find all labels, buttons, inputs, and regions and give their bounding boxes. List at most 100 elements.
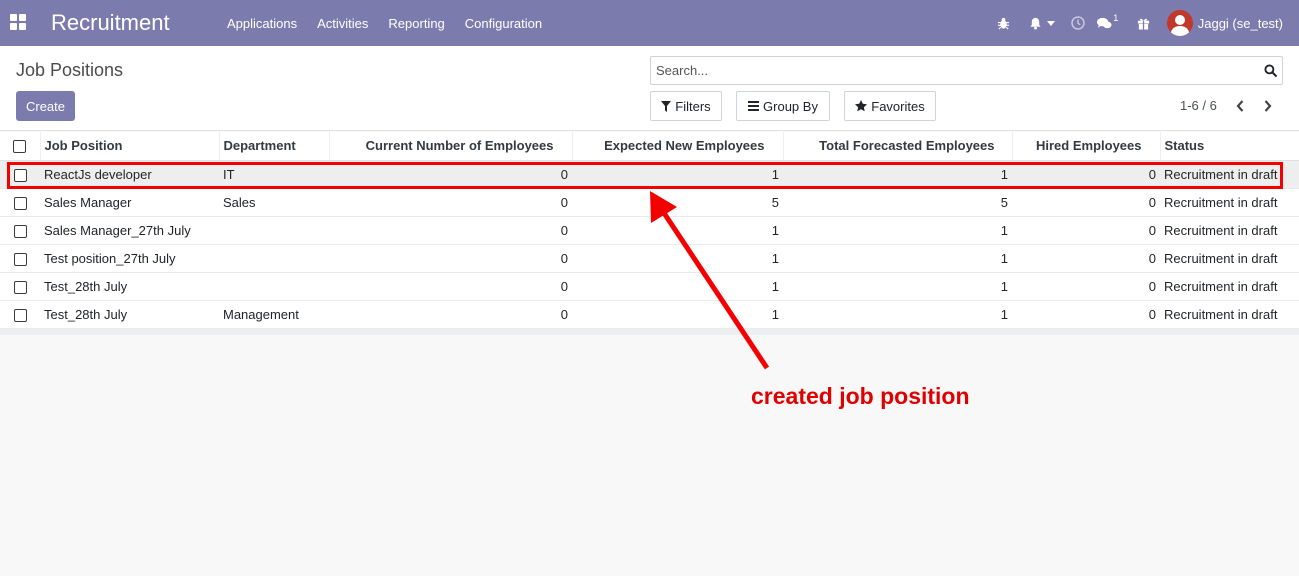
header-total-forecasted-employees[interactable]: Total Forecasted Employees: [783, 132, 1013, 161]
row-checkbox[interactable]: [13, 224, 27, 238]
header-status[interactable]: Status: [1160, 132, 1299, 161]
favorites-button[interactable]: Favorites: [844, 91, 936, 121]
cell-job-position: Test_28th July: [40, 272, 219, 301]
table-row[interactable]: ReactJs developer IT 0 1 1 0 Recruitment…: [0, 160, 1299, 189]
cell-current-employees: 0: [329, 216, 572, 245]
filters-label: Filters: [675, 98, 711, 114]
cell-current-employees: 0: [329, 272, 572, 301]
pager-previous-button[interactable]: [1231, 96, 1249, 116]
cell-job-position: ReactJs developer: [40, 160, 219, 189]
row-checkbox[interactable]: [13, 168, 27, 182]
cell-hired-employees: 0: [1012, 216, 1160, 245]
clock-icon[interactable]: [1067, 16, 1089, 30]
table-row[interactable]: Sales Manager_27th July 0 1 1 0 Recruitm…: [0, 216, 1299, 245]
app-brand[interactable]: Recruitment: [51, 10, 170, 36]
row-checkbox[interactable]: [13, 308, 27, 322]
header-hired-employees[interactable]: Hired Employees: [1012, 132, 1161, 161]
cell-expected-new-employees: 1: [572, 216, 783, 245]
cell-total-forecasted-employees: 1: [783, 216, 1012, 245]
row-select-cell: [0, 272, 40, 301]
search-box: [650, 56, 1283, 85]
menu-item-activities[interactable]: Activities: [307, 16, 378, 31]
search-input[interactable]: [651, 57, 1258, 84]
cell-department: [219, 244, 329, 273]
chat-count-badge: 1: [1113, 13, 1119, 23]
cell-total-forecasted-employees: 1: [783, 160, 1012, 189]
row-select-cell: [0, 188, 40, 217]
table-row[interactable]: Test_28th July 0 1 1 0 Recruitment in dr…: [0, 272, 1299, 301]
header-department[interactable]: Department: [219, 132, 330, 161]
cell-status: Recruitment in draft: [1160, 300, 1299, 329]
systray: 1 Jaggi (se_test): [993, 0, 1299, 46]
avatar: [1166, 10, 1193, 36]
pager-value[interactable]: 1-6 / 6: [1180, 98, 1217, 113]
user-menu[interactable]: Jaggi (se_test): [1166, 10, 1283, 36]
cell-department: [219, 272, 329, 301]
cell-department: [219, 216, 329, 245]
row-checkbox[interactable]: [13, 252, 27, 266]
cell-department: Management: [219, 300, 329, 329]
row-select-cell: [0, 244, 40, 273]
cell-job-position: Sales Manager_27th July: [40, 216, 219, 245]
create-button[interactable]: Create: [16, 91, 75, 121]
cell-status: Recruitment in draft: [1160, 272, 1299, 301]
menu-item-configuration[interactable]: Configuration: [455, 16, 552, 31]
search-icon[interactable]: [1258, 57, 1282, 84]
cell-expected-new-employees: 1: [572, 244, 783, 273]
pager-next-button[interactable]: [1259, 96, 1277, 116]
header-current-employees[interactable]: Current Number of Employees: [329, 132, 573, 161]
filters-button[interactable]: Filters: [650, 91, 722, 121]
menu-item-reporting[interactable]: Reporting: [378, 16, 454, 31]
cell-status: Recruitment in draft: [1160, 216, 1299, 245]
cell-total-forecasted-employees: 1: [783, 272, 1012, 301]
filter-icon: [661, 100, 672, 112]
table-row[interactable]: Sales Manager Sales 0 5 5 0 Recruitment …: [0, 188, 1299, 217]
cell-department: IT: [219, 160, 329, 189]
cell-job-position: Test_28th July: [40, 300, 219, 329]
cell-expected-new-employees: 5: [572, 188, 783, 217]
group-by-button[interactable]: Group By: [736, 91, 830, 121]
job-positions-list: Job Position Department Current Number o…: [0, 132, 1299, 335]
cell-hired-employees: 0: [1012, 300, 1160, 329]
bug-icon[interactable]: [993, 17, 1015, 30]
apps-menu-icon[interactable]: [10, 14, 26, 30]
bell-icon[interactable]: [1025, 17, 1059, 30]
group-by-label: Group By: [763, 98, 818, 114]
cell-hired-employees: 0: [1012, 188, 1160, 217]
header-job-position[interactable]: Job Position: [40, 132, 220, 161]
row-select-cell: [0, 216, 40, 245]
user-name: Jaggi (se_test): [1197, 15, 1283, 31]
header-expected-new-employees[interactable]: Expected New Employees: [572, 132, 784, 161]
cell-current-employees: 0: [329, 300, 572, 329]
select-all-checkbox[interactable]: [13, 140, 27, 154]
main-menu: Applications Activities Reporting Config…: [217, 0, 552, 46]
page-title: Job Positions: [16, 60, 124, 80]
cell-hired-employees: 0: [1012, 244, 1160, 273]
cell-expected-new-employees: 1: [572, 272, 783, 301]
cell-expected-new-employees: 1: [572, 160, 783, 189]
row-select-cell: [0, 300, 40, 329]
chevron-right-icon: [1264, 100, 1272, 112]
row-checkbox[interactable]: [13, 280, 27, 294]
top-navbar: Recruitment Applications Activities Repo…: [0, 0, 1299, 46]
table-header-row: Job Position Department Current Number o…: [0, 132, 1299, 161]
gift-icon[interactable]: [1133, 17, 1155, 30]
cell-status: Recruitment in draft: [1160, 188, 1299, 217]
favorites-label: Favorites: [871, 98, 925, 114]
cell-expected-new-employees: 1: [572, 300, 783, 329]
row-select-cell: [0, 160, 40, 189]
cell-hired-employees: 0: [1012, 272, 1160, 301]
star-icon: [855, 100, 868, 112]
table-row[interactable]: Test position_27th July 0 1 1 0 Recruitm…: [0, 244, 1299, 273]
cell-department: Sales: [219, 188, 329, 217]
cell-total-forecasted-employees: 5: [783, 188, 1012, 217]
menu-item-applications[interactable]: Applications: [217, 16, 307, 31]
table-row[interactable]: Test_28th July Management 0 1 1 0 Recrui…: [0, 300, 1299, 329]
cell-hired-employees: 0: [1012, 160, 1160, 189]
chat-icon[interactable]: 1: [1095, 13, 1121, 30]
cell-total-forecasted-employees: 1: [783, 300, 1012, 329]
cell-total-forecasted-employees: 1: [783, 244, 1012, 273]
cell-job-position: Sales Manager: [40, 188, 219, 217]
row-checkbox[interactable]: [13, 196, 27, 210]
cell-status: Recruitment in draft: [1160, 244, 1299, 273]
